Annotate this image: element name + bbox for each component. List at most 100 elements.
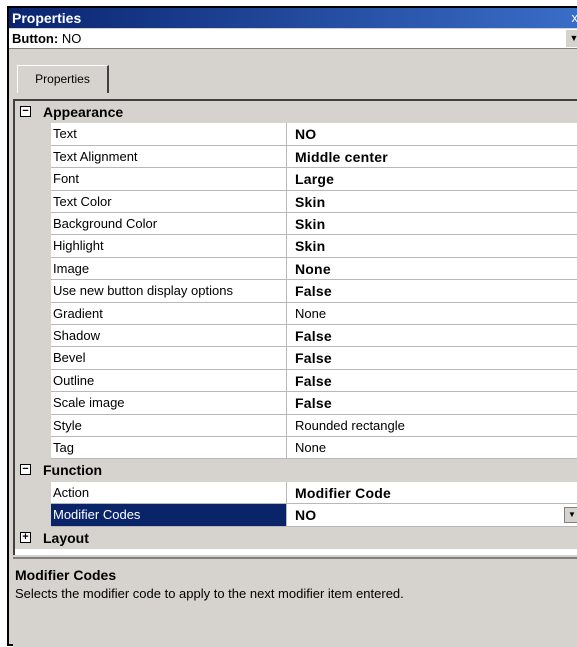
property-value[interactable]: Skin: [287, 191, 577, 213]
tab-properties[interactable]: Properties: [17, 65, 109, 93]
property-value[interactable]: None: [287, 303, 577, 325]
property-value-text: None: [295, 260, 331, 277]
row-gutter: [15, 302, 51, 325]
property-value[interactable]: False: [287, 325, 577, 348]
row-gutter: [15, 123, 51, 146]
property-row[interactable]: Text NO: [15, 123, 577, 146]
property-value-text: Skin: [295, 216, 326, 232]
row-gutter: [15, 414, 51, 437]
property-value[interactable]: Modifier Code: [287, 482, 577, 505]
row-gutter: [15, 280, 51, 303]
property-value[interactable]: None: [287, 258, 577, 281]
property-row[interactable]: Background Color Skin: [15, 213, 577, 236]
category-appearance[interactable]: − Appearance: [15, 101, 577, 124]
property-value-text: False: [295, 372, 332, 389]
property-row[interactable]: Image None: [15, 257, 577, 281]
close-icon[interactable]: x: [572, 8, 577, 28]
property-name[interactable]: Scale image: [51, 392, 287, 415]
chevron-down-icon[interactable]: ▼: [565, 30, 577, 47]
property-name[interactable]: Style: [51, 414, 287, 437]
property-value[interactable]: False: [287, 280, 577, 303]
property-name[interactable]: Font: [51, 168, 287, 191]
property-name[interactable]: Bevel: [51, 347, 287, 370]
property-value[interactable]: NO ▼: [287, 504, 577, 527]
property-value[interactable]: Large: [287, 168, 577, 191]
object-selector[interactable]: Button: NO ▼: [9, 29, 577, 49]
property-row[interactable]: Outline False: [15, 369, 577, 393]
row-gutter: [15, 257, 51, 281]
row-gutter: [15, 392, 51, 415]
title-bar: Properties x: [9, 8, 577, 28]
row-gutter: [15, 235, 51, 258]
row-gutter: [15, 369, 51, 393]
expand-icon[interactable]: +: [20, 531, 31, 543]
row-gutter: [15, 504, 51, 527]
property-row[interactable]: Tag None: [15, 437, 577, 460]
property-grid: − Appearance Text NO Text Alignment Middle ce…: [13, 99, 577, 555]
property-name[interactable]: Image: [51, 257, 287, 281]
property-name[interactable]: Text Color: [51, 190, 287, 213]
property-value[interactable]: Rounded rectangle: [287, 415, 577, 437]
property-row[interactable]: Font Large: [15, 168, 577, 191]
property-name[interactable]: Action: [51, 481, 287, 505]
property-row[interactable]: Text Color Skin: [15, 190, 577, 213]
row-gutter: [15, 190, 51, 213]
category-label: Layout: [43, 529, 89, 546]
description-title: Modifier Codes: [15, 567, 117, 583]
property-name[interactable]: Background Color: [51, 213, 287, 236]
property-value-text: Rounded rectangle: [295, 417, 405, 433]
property-value-text: False: [295, 350, 332, 367]
property-value[interactable]: Skin: [287, 213, 577, 236]
object-type-label: Button:: [12, 31, 59, 46]
property-value-text: False: [295, 283, 332, 300]
property-name[interactable]: Highlight: [51, 235, 287, 258]
collapse-icon[interactable]: −: [20, 464, 31, 476]
row-gutter: [15, 213, 51, 236]
property-name[interactable]: Text Alignment: [51, 145, 287, 169]
property-value[interactable]: None: [287, 437, 577, 460]
property-value[interactable]: NO: [287, 123, 577, 146]
property-name[interactable]: Modifier Codes: [51, 504, 287, 527]
property-name[interactable]: Shadow: [51, 325, 287, 348]
property-value[interactable]: False: [287, 347, 577, 370]
category-layout[interactable]: + Layout: [15, 526, 577, 549]
property-value-text: NO: [295, 126, 317, 143]
property-row[interactable]: Text Alignment Middle center: [15, 145, 577, 169]
property-row[interactable]: Modifier Codes NO ▼: [15, 504, 577, 527]
property-value-text: NO: [295, 507, 317, 524]
window-title: Properties: [12, 10, 82, 26]
collapse-icon[interactable]: −: [20, 106, 31, 117]
description-panel: Modifier Codes Selects the modifier code…: [13, 557, 577, 647]
properties-window: Properties x Button: NO ▼ Properties − Ap…: [7, 6, 577, 647]
row-gutter: [15, 437, 51, 460]
property-row[interactable]: Bevel False: [15, 347, 577, 370]
row-gutter: [15, 481, 51, 505]
row-gutter: [15, 347, 51, 370]
property-name[interactable]: Gradient: [51, 302, 287, 325]
property-value-text: False: [295, 395, 332, 412]
property-value[interactable]: Skin: [287, 235, 577, 258]
property-name[interactable]: Use new button display options: [51, 280, 287, 303]
property-value-text: Middle center: [295, 148, 388, 165]
category-function[interactable]: − Function: [15, 459, 577, 482]
property-value-text: Modifier Code: [295, 484, 391, 501]
category-label: Function: [43, 462, 103, 479]
property-row[interactable]: Action Modifier Code: [15, 481, 577, 505]
property-value[interactable]: False: [287, 392, 577, 415]
property-row[interactable]: Scale image False: [15, 392, 577, 415]
row-gutter: [15, 168, 51, 191]
property-value-text: None: [295, 440, 327, 455]
object-name: NO: [61, 31, 82, 46]
property-value[interactable]: Middle center: [287, 146, 577, 169]
property-row[interactable]: Style Rounded rectangle: [15, 414, 577, 437]
property-row[interactable]: Gradient None: [15, 302, 577, 325]
property-name[interactable]: Text: [51, 123, 287, 146]
property-name[interactable]: Tag: [51, 437, 287, 460]
property-value[interactable]: False: [287, 370, 577, 393]
property-row[interactable]: Highlight Skin: [15, 235, 577, 258]
chevron-down-icon[interactable]: ▼: [564, 507, 577, 524]
property-name[interactable]: Outline: [51, 369, 287, 393]
property-value-text: Skin: [295, 238, 326, 255]
property-row[interactable]: Shadow False: [15, 325, 577, 348]
property-row[interactable]: Use new button display options False: [15, 280, 577, 303]
